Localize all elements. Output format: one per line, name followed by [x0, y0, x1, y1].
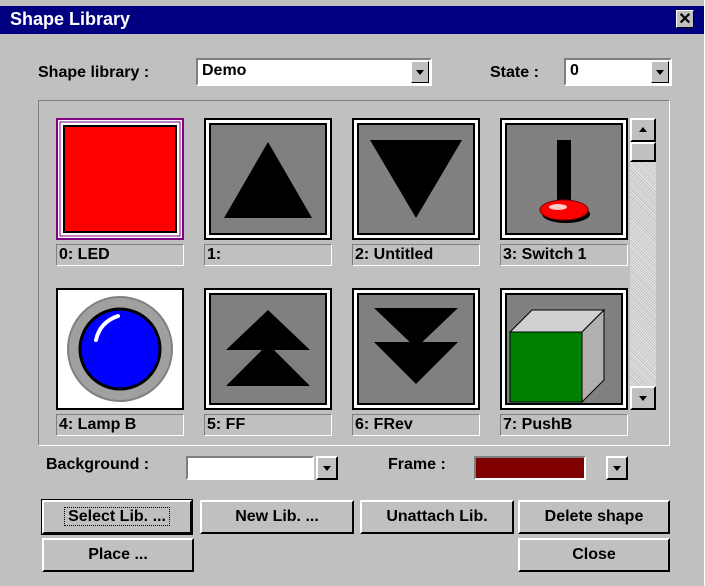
frame-dropdown-button[interactable]	[606, 456, 628, 480]
arrow-down-icon	[639, 396, 647, 401]
chevron-down-icon	[613, 466, 621, 471]
shape-grid: 0: LED 1: 2: Untitled 3: Switch 1 4: Lam…	[48, 110, 628, 446]
frame-color-swatch[interactable]	[474, 456, 586, 480]
close-button[interactable]: Close	[518, 538, 670, 572]
place-button[interactable]: Place ...	[42, 538, 194, 572]
scroll-down-button[interactable]	[630, 386, 656, 410]
shape-library-label: Shape library :	[38, 64, 150, 81]
select-lib-label: Select Lib. ...	[64, 507, 170, 526]
shape-caption: 1:	[204, 244, 332, 266]
select-lib-button[interactable]: Select Lib. ...	[41, 499, 193, 535]
blue-lamp-icon	[56, 288, 184, 410]
frame-label: Frame :	[388, 456, 446, 473]
double-triangle-up-icon	[204, 288, 332, 410]
shape-caption: 6: FRev	[352, 414, 480, 436]
scroll-thumb[interactable]	[630, 142, 656, 162]
close-icon[interactable]: ✕	[676, 10, 694, 28]
shape-caption: 7: PushB	[500, 414, 628, 436]
shape-caption: 0: LED	[56, 244, 184, 266]
scroll-up-button[interactable]	[630, 118, 656, 142]
state-dropdown-button[interactable]	[651, 61, 669, 83]
chevron-down-icon	[416, 70, 424, 75]
shape-library-value: Demo	[202, 62, 247, 79]
double-triangle-down-icon	[352, 288, 480, 410]
background-color-swatch[interactable]	[186, 456, 314, 480]
toggle-switch-icon	[500, 118, 628, 240]
shape-caption: 5: FF	[204, 414, 332, 436]
shape-library-dropdown-button[interactable]	[411, 61, 429, 83]
green-cube-pushbutton-icon	[500, 288, 628, 410]
state-dropdown[interactable]: 0	[564, 58, 672, 86]
unattach-lib-button[interactable]: Unattach Lib.	[360, 500, 514, 534]
title-bar[interactable]: Shape Library ✕	[0, 6, 704, 34]
state-value: 0	[570, 62, 579, 79]
chevron-down-icon	[656, 70, 664, 75]
vertical-scrollbar[interactable]	[630, 118, 656, 410]
shape-library-dropdown[interactable]: Demo	[196, 58, 432, 86]
shape-caption: 4: Lamp B	[56, 414, 184, 436]
background-dropdown-button[interactable]	[316, 456, 338, 480]
delete-shape-button[interactable]: Delete shape	[518, 500, 670, 534]
shape-caption: 3: Switch 1	[500, 244, 628, 266]
state-label: State :	[490, 64, 539, 81]
shape-library-dialog: Shape Library ✕ Shape library : Demo Sta…	[0, 0, 704, 586]
shape-caption: 2: Untitled	[352, 244, 480, 266]
arrow-up-icon	[639, 127, 647, 132]
chevron-down-icon	[323, 466, 331, 471]
triangle-up-icon	[204, 118, 332, 240]
new-lib-button[interactable]: New Lib. ...	[200, 500, 354, 534]
led-red-square-icon	[56, 118, 184, 240]
triangle-down-icon	[352, 118, 480, 240]
window-title: Shape Library	[10, 9, 131, 29]
background-label: Background :	[46, 456, 150, 473]
